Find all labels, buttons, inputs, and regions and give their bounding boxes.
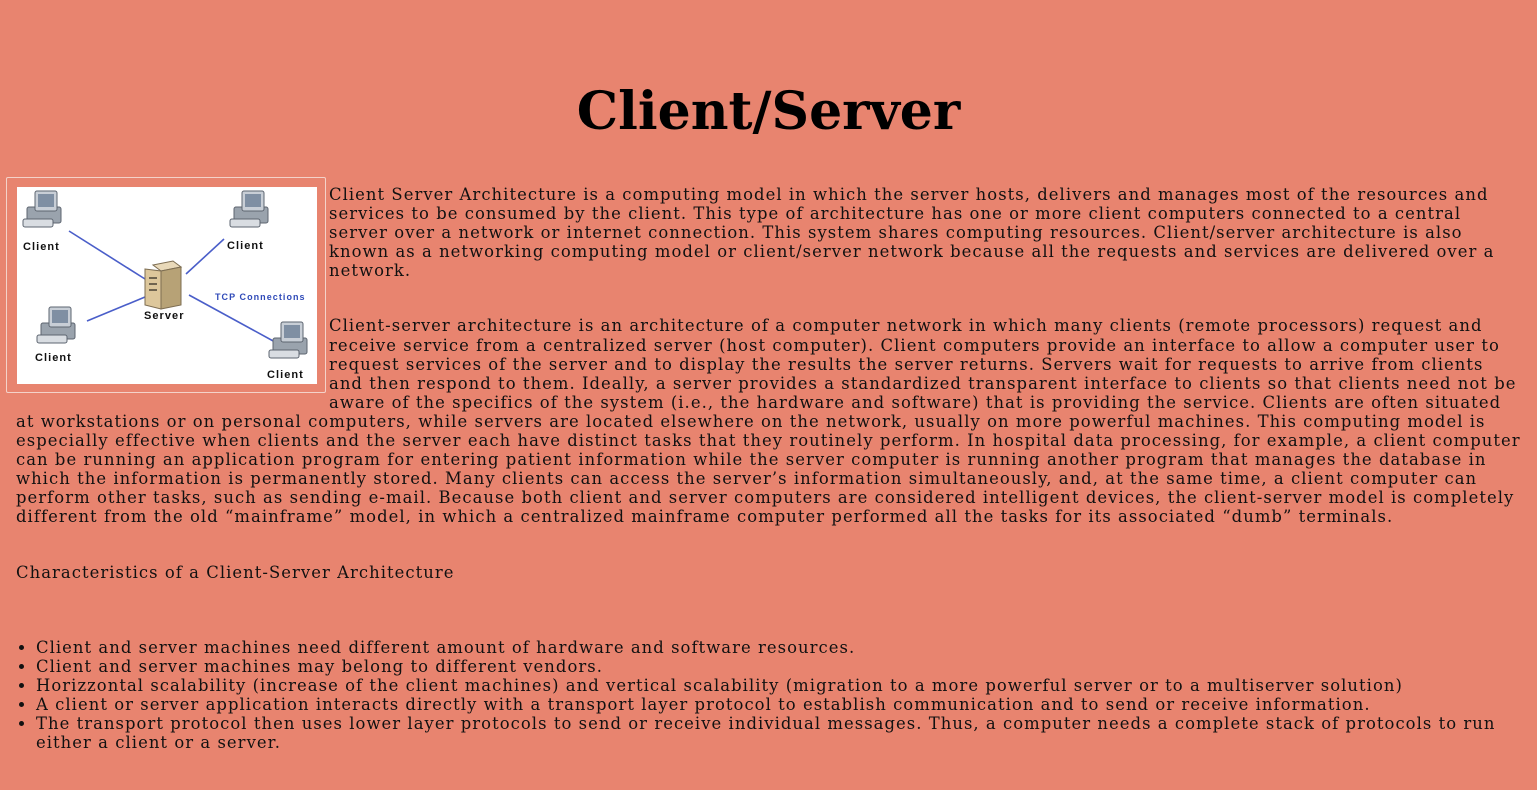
list-item: Client and server machines need differen… [36,638,1521,657]
tcp-connections-label: TCP Connections [215,292,306,302]
network-diagram-image: Client Client Client Client Server TCP C… [17,187,317,384]
list-item: Horizzontal scalability (increase of the… [36,676,1521,695]
characteristics-list: Client and server machines need differen… [16,638,1521,753]
client-label-top-right: Client [227,240,264,252]
computer-icon [268,321,308,359]
page-title: Client/Server [576,81,961,142]
connection-line-bottom-right [188,294,276,343]
server-icon [144,260,183,310]
computer-icon [229,190,269,228]
list-item: The transport protocol then uses lower l… [36,714,1521,752]
connection-line-top-right [185,238,225,275]
page: Client/Server Client Client Client Clien… [0,0,1537,790]
server-label: Server [144,310,185,322]
list-item: A client or server application interacts… [36,695,1521,714]
connection-line-top-left [68,230,146,280]
article-body: Client Client Client Client Server TCP C… [6,177,1521,753]
client-label-bottom-right: Client [267,369,304,381]
list-item: Client and server machines may belong to… [36,657,1521,676]
computer-icon [36,306,76,344]
connection-line-bottom-left [86,296,146,322]
client-label-bottom-left: Client [35,352,72,364]
client-label-top-left: Client [23,241,60,253]
computer-icon [22,190,62,228]
client-server-diagram: Client Client Client Client Server TCP C… [6,177,326,393]
characteristics-heading: Characteristics of a Client-Server Archi… [16,562,455,582]
